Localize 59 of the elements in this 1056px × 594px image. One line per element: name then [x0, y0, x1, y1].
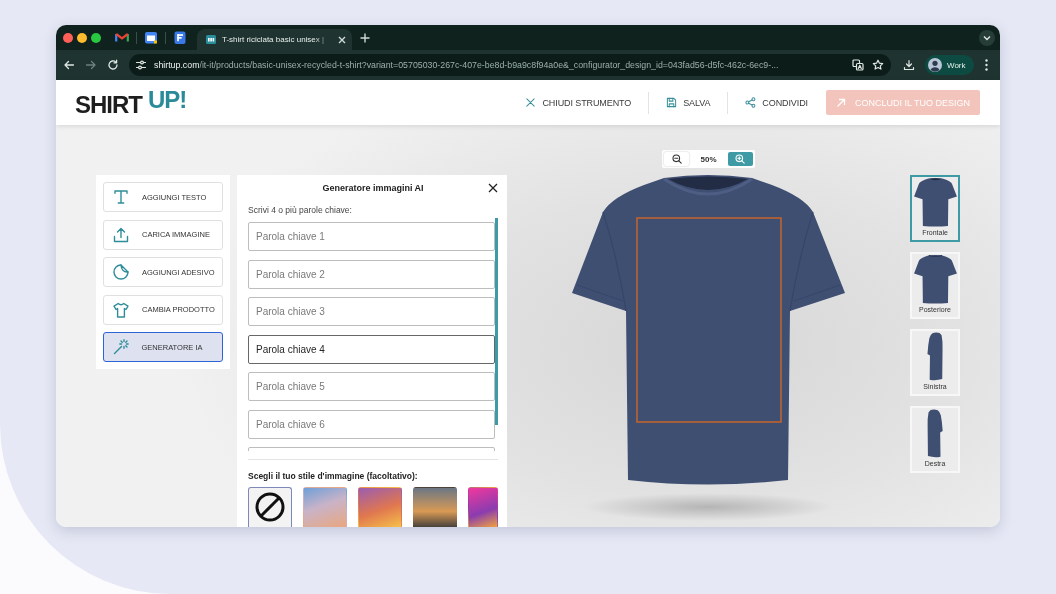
style-label: Scegli il tuo stile d'immagine (facoltativo):: [248, 471, 419, 482]
zoom-in-button[interactable]: [728, 152, 753, 166]
scrollbar-thumb[interactable]: [495, 218, 498, 425]
close-window-button[interactable]: [63, 32, 73, 43]
document-icon: [173, 31, 187, 44]
browser-tab[interactable]: T-shirt riciclata basic unisex |: [197, 29, 353, 50]
logo[interactable]: SHIRT UP!: [75, 88, 187, 117]
address-bar[interactable]: shirtup.com/it-it/products/basic-unisex-recycled-t-shirt?variant=05705030-267c-407e-be8d-b9a9c8f94a0e&_configurator_design_id=043fad56-d5fc-462c-6ec9-...: [129, 54, 891, 76]
image-placeholder[interactable]: [468, 487, 498, 527]
image-placeholder[interactable]: [413, 487, 457, 527]
profile-button[interactable]: Work: [925, 55, 974, 75]
zoom-level: 50%: [700, 154, 717, 164]
sliders-icon[interactable]: [135, 59, 147, 71]
zoom-out-button[interactable]: [664, 152, 689, 166]
avatar-icon: [928, 58, 942, 72]
maximize-window-button[interactable]: [91, 32, 101, 43]
t-shirt-back-icon: [913, 255, 957, 304]
t-shirt-side-icon: [927, 332, 943, 381]
url-text: shirtup.com/it-it/products/basic-unisex-recycled-t-shirt?variant=05705030-267c-407e-be8d-b9a9c8f94a0e&_configurator_design_id=043fad56-d5fc-462c-6ec9-...: [154, 60, 780, 70]
keyword-input[interactable]: Parola chiave 6: [248, 409, 495, 439]
zoom-in-icon: [735, 154, 746, 164]
prohibition-icon: [255, 492, 285, 522]
more-options-icon[interactable]: [984, 59, 988, 71]
keyword-input[interactable]: Parola chiave 5: [248, 372, 495, 401]
mail-icon: [115, 31, 129, 44]
calendar-icon: [144, 31, 158, 44]
keyword-input[interactable]: Parola chiave 2: [248, 259, 495, 289]
share-button[interactable]: CONDIVIDI: [728, 97, 825, 108]
site-favicon-icon: [206, 35, 216, 44]
translate-icon[interactable]: [852, 59, 864, 71]
t-shirt-side-icon: [927, 409, 943, 458]
panel-title: Generatore immagini AI: [321, 183, 425, 193]
download-icon[interactable]: [903, 59, 915, 71]
share-icon: [745, 97, 757, 108]
back-arrow-icon[interactable]: [63, 59, 75, 71]
save-icon: [666, 97, 678, 108]
arrow-up-right-icon: [835, 97, 846, 108]
star-icon[interactable]: [872, 59, 884, 71]
plus-icon[interactable]: [360, 32, 371, 43]
zoom-out-icon: [671, 154, 682, 164]
close-icon[interactable]: [488, 183, 498, 193]
reload-icon[interactable]: [107, 59, 119, 71]
save-button[interactable]: SALVA: [649, 97, 728, 108]
minimize-window-button[interactable]: [77, 32, 87, 43]
close-icon: [525, 97, 537, 108]
t-shirt-icon: [112, 300, 130, 319]
tab-list-button[interactable]: [979, 29, 995, 46]
close-tool-button[interactable]: CHIUDI STRUMENTO: [508, 97, 649, 108]
magic-wand-icon: [111, 338, 130, 356]
sticker-icon: [112, 263, 130, 281]
prompt-label: Scrivi 4 o più parole chiave:: [248, 205, 353, 216]
keyword-input[interactable]: Parola chiave 3: [248, 297, 495, 326]
keyword-input[interactable]: Parola chiave 1: [248, 222, 495, 251]
t-shirt-front-icon: [913, 178, 957, 227]
chevron-down-icon: [983, 33, 991, 42]
upload-icon: [112, 225, 130, 244]
style-option[interactable]: [248, 487, 292, 527]
keyword-input[interactable]: Parola chiave 4: [248, 334, 495, 364]
letter-t-icon: [112, 188, 130, 206]
